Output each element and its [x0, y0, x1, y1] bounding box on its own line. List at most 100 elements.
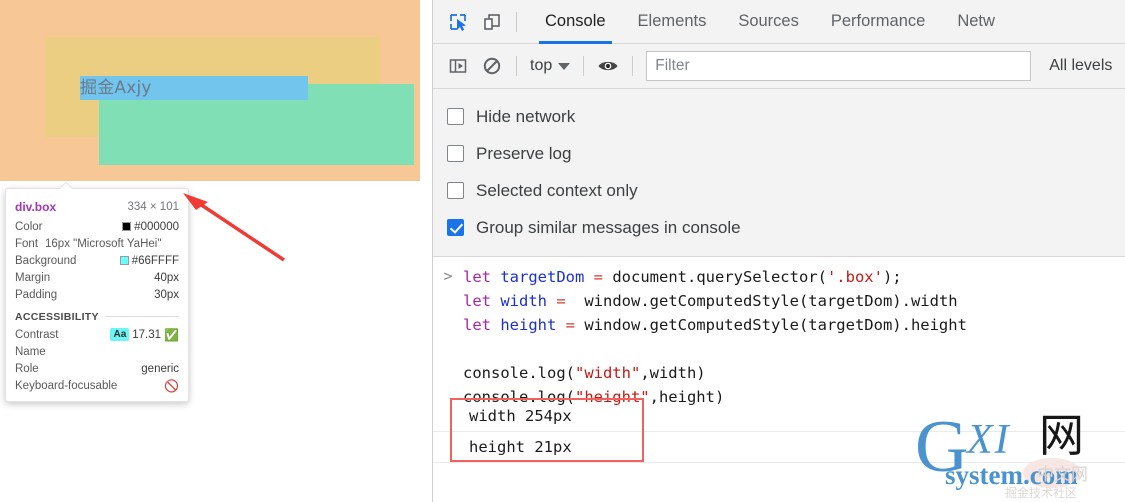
tab-console-label: Console: [545, 12, 606, 30]
inspect-element-icon[interactable]: [441, 5, 475, 39]
code-token: "width": [574, 364, 641, 382]
console-code-line: console.log("width",width): [463, 361, 967, 385]
console-log-row: height 21px: [433, 432, 1125, 463]
tooltip-padding-key: Padding: [15, 288, 58, 301]
console-filter-input[interactable]: Filter: [646, 51, 1032, 81]
check-circle-icon: ✅: [164, 327, 179, 342]
tooltip-row-role: Role generic: [15, 360, 179, 377]
code-token: let: [463, 268, 501, 286]
tooltip-color-key: Color: [15, 220, 43, 233]
element-inspect-tooltip: div.box 334 × 101 Color #000000 Font 16p…: [5, 188, 189, 402]
accessibility-label: ACCESSIBILITY: [15, 310, 99, 323]
annotation-arrow-icon: [183, 193, 285, 262]
tab-sources[interactable]: Sources: [722, 0, 815, 44]
tab-elements[interactable]: Elements: [622, 0, 723, 44]
code-token: =: [593, 268, 613, 286]
tooltip-arrow-icon: [59, 182, 73, 189]
code-token: );: [882, 268, 902, 286]
tooltip-font-key: Font: [15, 237, 39, 250]
tooltip-color-value: #000000: [134, 220, 179, 233]
tooltip-row-padding: Padding 30px: [15, 286, 179, 303]
selected-context-only-label: Selected context only: [476, 180, 638, 200]
tooltip-row-font: Font 16px "Microsoft YaHei": [15, 235, 179, 252]
console-code-line: [463, 337, 967, 361]
tab-network[interactable]: Netw: [941, 0, 1011, 44]
preserve-log-label: Preserve log: [476, 143, 572, 163]
code-token: console.log(: [463, 364, 575, 382]
tab-performance[interactable]: Performance: [815, 0, 941, 44]
console-context-label: top: [530, 57, 553, 74]
tooltip-font-value: 16px "Microsoft YaHei": [45, 237, 162, 250]
tooltip-margin-key: Margin: [15, 271, 51, 284]
console-filter-toolbar: top Filter All levels: [433, 44, 1125, 89]
hide-network-checkbox[interactable]: [447, 108, 464, 125]
tooltip-dimensions: 334 × 101: [127, 200, 179, 213]
filterbar-divider-2: [583, 56, 585, 76]
tooltip-row-color: Color #000000: [15, 218, 179, 235]
device-toolbar-icon[interactable]: [475, 5, 509, 39]
tooltip-row-background: Background #66FFFF: [15, 252, 179, 269]
tooltip-contrast-value: 17.31: [132, 328, 162, 341]
tooltip-margin-value: 40px: [154, 271, 179, 284]
devtools-tab-list: Console Elements Sources Performance Net…: [529, 0, 1011, 44]
console-code-line: let targetDom = document.querySelector('…: [463, 265, 967, 289]
console-prompt-icon: >: [443, 267, 453, 285]
tooltip-title-row: div.box 334 × 101: [15, 197, 179, 216]
setting-selected-context-only[interactable]: Selected context only: [447, 172, 1125, 209]
screenshot-root: 掘金Axjy div.box 334 × 101 Color #000000 F…: [0, 0, 1125, 502]
selected-context-only-checkbox[interactable]: [447, 182, 464, 199]
console-code-line: let width = window.getComputedStyle(targ…: [463, 289, 967, 313]
console-context-dropdown[interactable]: top: [524, 57, 576, 75]
background-swatch-icon: [119, 256, 129, 265]
console-output-area: > let targetDom = document.querySelector…: [433, 257, 1125, 473]
code-token: width: [500, 292, 557, 310]
tooltip-focusable-key: Keyboard-focusable: [15, 379, 118, 392]
code-token: let: [463, 316, 501, 334]
console-log-row: width 254px: [433, 401, 1125, 432]
log-level-dropdown[interactable]: All levels: [1049, 57, 1112, 75]
setting-hide-network[interactable]: Hide network: [447, 98, 1125, 135]
clear-console-icon[interactable]: [475, 49, 509, 83]
inspected-text-selection[interactable]: 掘金Axjy: [80, 76, 308, 100]
tooltip-row-name: Name: [15, 343, 179, 360]
tooltip-role-key: Role: [15, 362, 39, 375]
console-code-line: let height = window.getComputedStyle(tar…: [463, 313, 967, 337]
group-similar-label: Group similar messages in console: [476, 217, 741, 237]
devtools-panel: Console Elements Sources Performance Net…: [432, 0, 1125, 502]
code-token: document.querySelector(: [612, 268, 827, 286]
not-allowed-icon: 🚫: [164, 378, 179, 393]
setting-group-similar[interactable]: Group similar messages in console: [447, 209, 1125, 246]
code-token: =: [565, 316, 585, 334]
console-command-entry: > let targetDom = document.querySelector…: [433, 257, 1125, 409]
code-token: targetDom: [500, 268, 594, 286]
tooltip-background-value: #66FFFF: [131, 254, 179, 267]
preserve-log-checkbox[interactable]: [447, 145, 464, 162]
color-swatch-icon: [122, 222, 132, 231]
accessibility-divider: [104, 316, 179, 317]
console-sidebar-icon[interactable]: [441, 49, 475, 83]
tooltip-name-key: Name: [15, 345, 46, 358]
live-expression-icon[interactable]: [591, 49, 625, 83]
tab-console[interactable]: Console: [529, 0, 622, 44]
console-log-rows: width 254px height 21px: [433, 401, 1125, 463]
tooltip-padding-value: 30px: [154, 288, 179, 301]
hide-network-label: Hide network: [476, 106, 576, 126]
code-token: let: [463, 292, 501, 310]
tab-sources-label: Sources: [738, 12, 799, 30]
code-token: =: [556, 292, 575, 310]
console-command-code[interactable]: let targetDom = document.querySelector('…: [463, 265, 967, 409]
code-token: ,width): [640, 364, 706, 382]
code-token: window.getComputedStyle(targetDom).width: [575, 292, 958, 310]
tab-network-label: Netw: [957, 12, 995, 30]
tooltip-role-value: generic: [141, 362, 179, 375]
toolbar-divider: [516, 11, 517, 32]
setting-preserve-log[interactable]: Preserve log: [447, 135, 1125, 172]
group-similar-checkbox[interactable]: [447, 219, 464, 236]
page-viewport: 掘金Axjy: [0, 0, 420, 181]
tooltip-background-key: Background: [15, 254, 77, 267]
tooltip-row-contrast: Contrast Aa 17.31 ✅: [15, 326, 179, 343]
tooltip-row-focusable: Keyboard-focusable 🚫: [15, 377, 179, 394]
code-token: '.box': [826, 268, 883, 286]
filterbar-divider-3: [632, 56, 634, 76]
filterbar-divider-1: [516, 56, 517, 76]
